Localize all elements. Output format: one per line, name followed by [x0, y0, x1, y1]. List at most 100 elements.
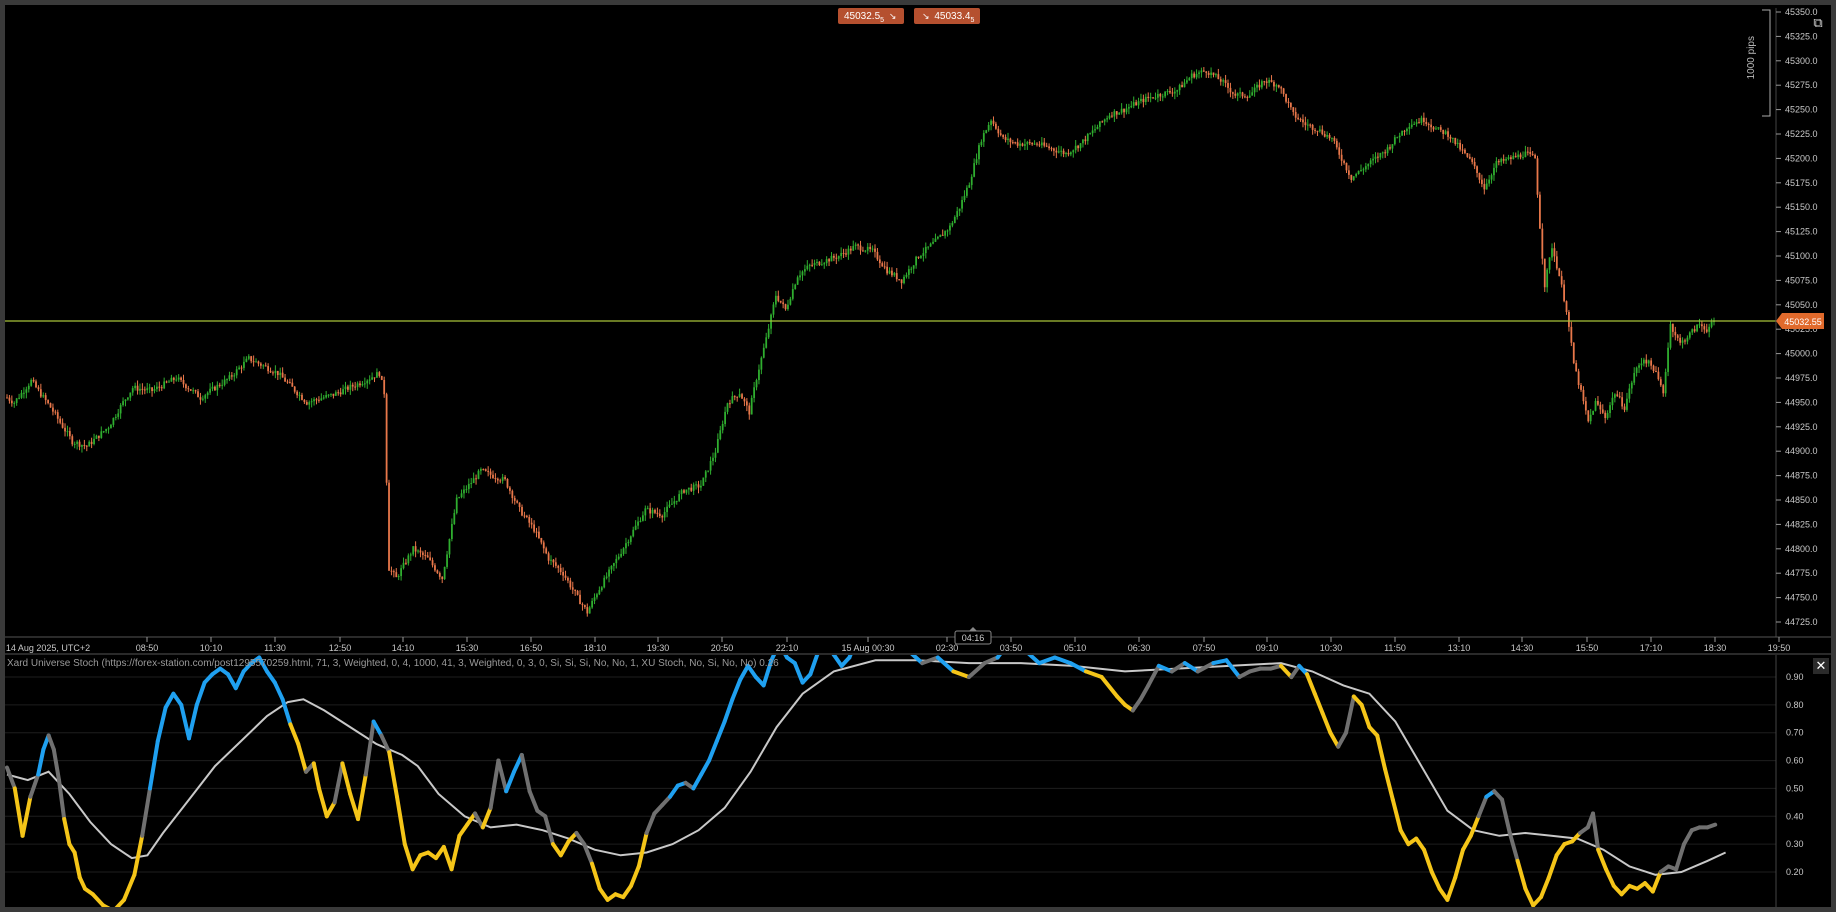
price-tick-label: 44975.0 — [1785, 373, 1818, 383]
candle-body — [180, 377, 182, 380]
candle-body — [1222, 80, 1225, 82]
candle-body — [1309, 124, 1312, 126]
candle-body — [920, 255, 922, 258]
candle-body — [1108, 115, 1111, 119]
candle-body — [1156, 94, 1159, 98]
candle-body — [1565, 301, 1568, 312]
candle-body — [789, 298, 792, 305]
candle-body — [494, 477, 497, 479]
candle-body — [641, 515, 644, 521]
candle-body — [509, 487, 511, 491]
candle-body — [216, 384, 219, 391]
candle-body — [301, 394, 303, 400]
candle-body — [1575, 363, 1578, 372]
time-tick-label: 14:10 — [392, 643, 415, 653]
candle-body — [651, 509, 654, 514]
popout-icon[interactable]: ⧉ — [1810, 15, 1826, 31]
candle-body — [1650, 360, 1653, 366]
candle-body — [1154, 97, 1157, 99]
candle-body — [218, 384, 221, 386]
candle-body — [484, 469, 487, 471]
candle-body — [1178, 85, 1181, 91]
candle-body — [1043, 142, 1046, 146]
candle-body — [1125, 108, 1128, 113]
candle-body — [405, 562, 407, 564]
candle-body — [530, 522, 533, 525]
candle-body — [583, 605, 586, 608]
candle-body — [1594, 400, 1597, 411]
candle-body — [1123, 108, 1125, 113]
candle-body — [1483, 184, 1486, 190]
candle-body — [395, 572, 398, 578]
candle-body — [1282, 88, 1285, 95]
candle-body — [1265, 81, 1268, 83]
candle-body — [281, 372, 284, 378]
candle-body — [741, 394, 743, 399]
candle-body — [1306, 124, 1309, 126]
candle-body — [516, 500, 519, 503]
candle-body — [1599, 404, 1602, 410]
candle-body — [1113, 111, 1116, 117]
candle-body — [322, 397, 325, 399]
candle-body — [426, 555, 429, 558]
candle-body — [1609, 405, 1611, 414]
candle-body — [1529, 152, 1532, 154]
candle-body — [93, 438, 95, 445]
candle-body — [158, 386, 161, 388]
candle-body — [226, 379, 228, 381]
candle-body — [934, 238, 937, 242]
candle-body — [1449, 136, 1452, 139]
candle-body — [1439, 127, 1442, 130]
candle-body — [852, 246, 855, 251]
candle-body — [1062, 150, 1065, 155]
candle-body — [214, 386, 216, 391]
candle-body — [1098, 121, 1101, 127]
candle-body — [1318, 129, 1321, 132]
candle-body — [235, 369, 238, 376]
ask-price-badge[interactable]: ↘ 45033.45 — [914, 8, 981, 24]
candle-body — [1352, 176, 1355, 180]
candle-body — [151, 387, 153, 392]
candle-body — [1019, 143, 1021, 146]
close-icon[interactable]: ✕ — [1813, 658, 1829, 674]
candle-body — [535, 531, 538, 533]
candle-body — [980, 141, 983, 146]
candle-body — [397, 576, 400, 578]
candle-body — [1314, 129, 1316, 131]
candle-body — [729, 403, 731, 405]
candle-body — [1253, 87, 1256, 93]
chart-canvas[interactable]: 45350.045325.045300.045275.045250.045225… — [0, 0, 1836, 912]
time-tick-label: 09:10 — [1256, 643, 1279, 653]
candle-body — [1326, 134, 1329, 137]
candle-body — [1587, 410, 1590, 422]
price-tick-label: 44800.0 — [1785, 544, 1818, 554]
candle-body — [1570, 326, 1573, 343]
candle-body — [257, 361, 260, 364]
candle-body — [117, 413, 120, 417]
candle-body — [538, 531, 540, 539]
price-tick-label: 45050.0 — [1785, 300, 1818, 310]
candle-body — [1696, 324, 1698, 332]
time-tick-label: 14 Aug 2025, UTC+2 — [6, 643, 90, 653]
bid-price-badge[interactable]: 45032.55 ↘ — [838, 8, 905, 24]
candle-body — [1480, 179, 1483, 185]
candle-body — [1686, 337, 1689, 342]
candle-body — [511, 490, 514, 499]
candle-body — [344, 386, 347, 390]
indicator-tick-label: 0.70 — [1786, 728, 1804, 738]
candle-body — [1033, 143, 1036, 145]
candle-body — [891, 270, 893, 276]
candle-body — [886, 266, 888, 274]
candle-body — [842, 252, 845, 254]
candle-body — [1601, 409, 1604, 413]
candle-body — [1454, 137, 1457, 145]
candle-body — [849, 248, 852, 251]
candle-body — [209, 388, 211, 393]
candle-body — [1410, 124, 1413, 127]
candle-body — [1321, 129, 1324, 135]
candle-body — [453, 513, 456, 525]
candle-body — [794, 284, 797, 290]
time-tick-label: 22:10 — [776, 643, 799, 653]
candle-body — [39, 389, 42, 397]
candle-body — [424, 554, 427, 556]
